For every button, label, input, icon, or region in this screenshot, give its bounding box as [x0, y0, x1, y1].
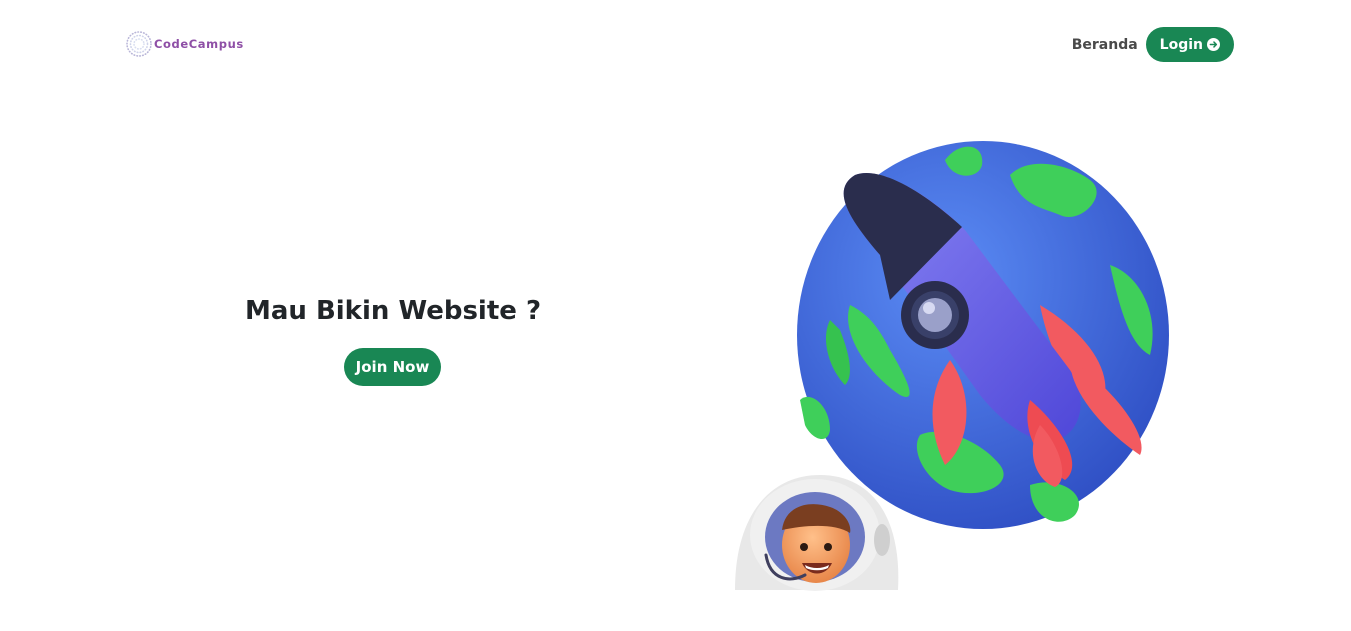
nav-menu: Beranda Login — [1072, 27, 1234, 62]
brand-name: CodeCampus — [154, 37, 244, 51]
navbar: CodeCampus Beranda Login — [0, 0, 1351, 88]
nav-link-beranda[interactable]: Beranda — [1072, 37, 1138, 53]
dotted-ring-logo-icon — [126, 31, 152, 57]
rocket-globe-astronaut-illustration — [735, 141, 1169, 591]
login-button-label: Login — [1159, 36, 1203, 53]
join-now-button[interactable]: Join Now — [344, 348, 441, 386]
login-button[interactable]: Login — [1145, 27, 1234, 62]
arrow-right-circle-icon — [1207, 38, 1220, 51]
hero-title: Mau Bikin Website ? — [244, 296, 542, 326]
astronaut-shape — [735, 475, 899, 591]
brand-logo-link[interactable]: CodeCampus — [125, 30, 244, 58]
